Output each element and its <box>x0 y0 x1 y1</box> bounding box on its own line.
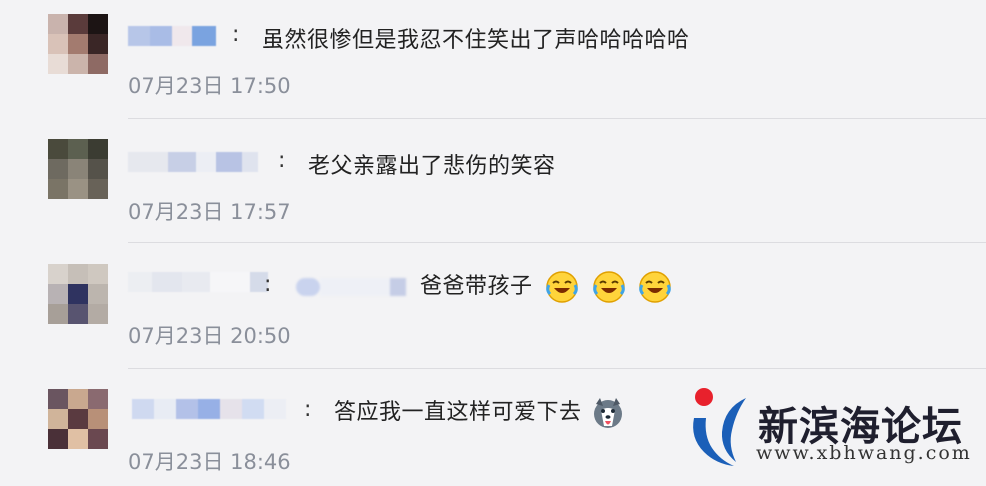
avatar[interactable] <box>48 139 108 199</box>
comment-text: 答应我一直这样可爱下去 <box>334 394 625 430</box>
site-url: www.xbhwang.com <box>756 442 972 464</box>
username[interactable] <box>128 150 258 174</box>
avatar[interactable] <box>48 14 108 74</box>
comment-time: 07月23日 17:57 <box>128 200 291 224</box>
laugh-cry-emoji <box>639 271 671 303</box>
mention[interactable] <box>296 276 406 298</box>
site-logo-icon <box>693 388 746 466</box>
comment-feed: : 虽然很惨但是我忍不住笑出了声哈哈哈哈哈 07月23日 17:50 : 老父亲… <box>0 0 986 486</box>
comment-text: 爸爸带孩子 <box>420 268 672 304</box>
username[interactable] <box>132 397 286 421</box>
comment-text-content: 答应我一直这样可爱下去 <box>334 400 582 425</box>
comment-text: 虽然很惨但是我忍不住笑出了声哈哈哈哈哈 <box>262 28 690 53</box>
avatar[interactable] <box>48 389 108 449</box>
laugh-cry-emoji <box>592 271 625 303</box>
comment-text: 老父亲露出了悲伤的笑容 <box>308 154 556 179</box>
laugh-cry-emoji <box>546 271 578 303</box>
username-colon: : <box>304 397 312 422</box>
comment-time: 07月23日 18:46 <box>128 450 291 474</box>
avatar[interactable] <box>48 264 108 324</box>
comment-time: 07月23日 20:50 <box>128 324 291 348</box>
username-colon: : <box>264 272 272 297</box>
site-watermark: 新滨海论坛 www.xbhwang.com <box>688 384 978 474</box>
divider <box>128 368 986 369</box>
comment-text-content: 爸爸带孩子 <box>420 274 533 299</box>
husky-emoji <box>594 398 623 428</box>
username-colon: : <box>278 148 286 173</box>
divider <box>128 242 986 243</box>
divider <box>128 118 986 119</box>
comment-time: 07月23日 17:50 <box>128 74 291 98</box>
username-colon: : <box>232 22 240 47</box>
username[interactable] <box>128 24 216 48</box>
username[interactable] <box>128 270 268 294</box>
